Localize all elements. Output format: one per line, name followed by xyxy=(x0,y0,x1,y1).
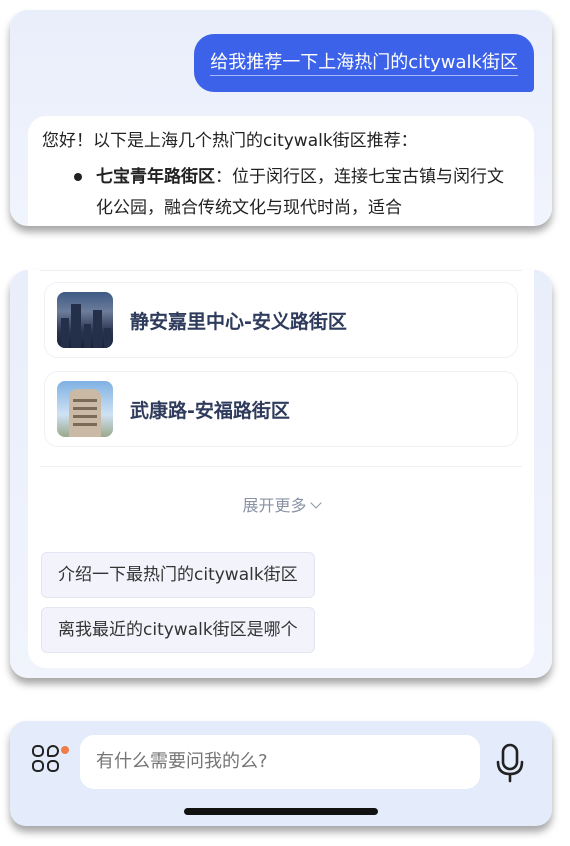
notification-dot xyxy=(61,746,69,754)
district-name: 静安嘉里中心-安义路街区 xyxy=(130,310,347,333)
expand-more-button[interactable]: 展开更多 xyxy=(28,492,534,516)
district-thumbnail xyxy=(57,292,113,348)
divider xyxy=(40,270,522,271)
message-input[interactable] xyxy=(80,735,480,789)
district-thumbnail xyxy=(57,381,113,437)
district-card-wukang[interactable]: 武康路-安福路街区 xyxy=(44,371,518,447)
reply-list-item: 七宝青年路街区：位于闵行区，连接七宝古镇与闵行文化公园，融合传统文化与现代时尚，… xyxy=(42,162,520,224)
expand-more-label: 展开更多 xyxy=(242,496,307,515)
reply-item-text: 七宝青年路街区：位于闵行区，连接七宝古镇与闵行文化公园，融合传统文化与现代时尚，… xyxy=(96,162,516,224)
assistant-reply-bubble: 您好！以下是上海几个热门的citywalk街区推荐： 七宝青年路街区：位于闵行区… xyxy=(28,116,534,226)
apps-icon[interactable] xyxy=(32,745,69,781)
input-bar xyxy=(10,721,552,826)
microphone-icon[interactable] xyxy=(494,743,526,783)
recommendation-panel: 静安嘉里中心-安义路街区 武康路-安福路街区 展开更多 介绍一下最热门的city… xyxy=(28,270,534,668)
recommendation-card: 静安嘉里中心-安义路街区 武康路-安福路街区 展开更多 介绍一下最热门的city… xyxy=(10,270,552,678)
reply-item-title: 七宝青年路街区 xyxy=(96,167,215,187)
user-message-bubble[interactable]: 给我推荐一下上海热门的citywalk街区 xyxy=(194,34,534,92)
home-indicator xyxy=(184,808,378,815)
reply-intro: 您好！以下是上海几个热门的citywalk街区推荐： xyxy=(42,131,418,151)
chat-card: 给我推荐一下上海热门的citywalk街区 您好！以下是上海几个热门的cityw… xyxy=(10,10,552,226)
suggestion-chip[interactable]: 介绍一下最热门的citywalk街区 xyxy=(41,552,315,598)
district-name: 武康路-安福路街区 xyxy=(130,399,290,422)
chevron-down-icon xyxy=(309,497,322,509)
divider xyxy=(40,466,522,467)
suggestion-chip[interactable]: 离我最近的citywalk街区是哪个 xyxy=(41,607,315,653)
user-message-text: 给我推荐一下上海热门的citywalk街区 xyxy=(210,52,518,76)
district-card-jingan[interactable]: 静安嘉里中心-安义路街区 xyxy=(44,282,518,358)
bullet-icon xyxy=(74,173,82,181)
